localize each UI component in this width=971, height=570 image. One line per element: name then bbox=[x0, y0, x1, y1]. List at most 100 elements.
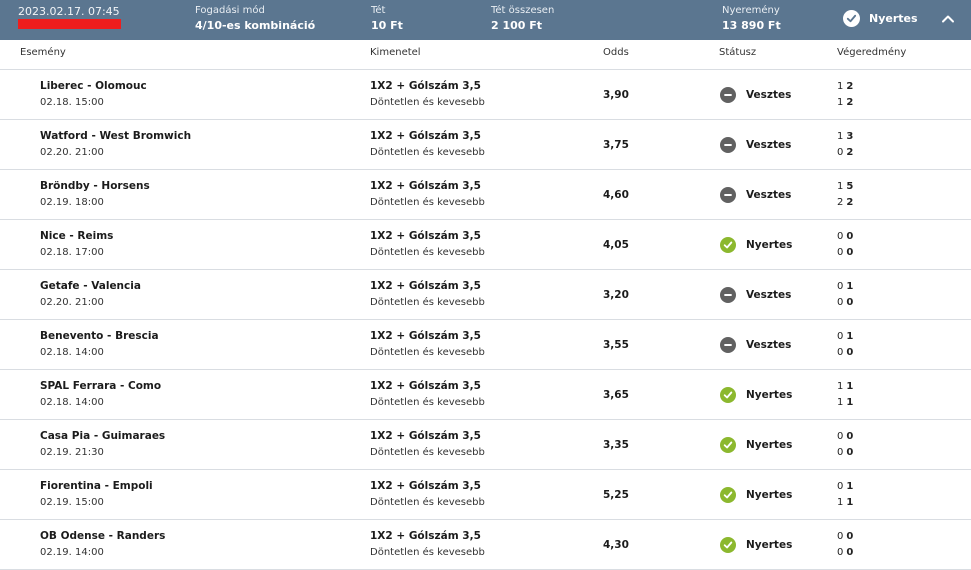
score-away: 2 bbox=[846, 97, 854, 108]
winnings-value: 13 890 Ft bbox=[722, 19, 781, 32]
odds-value: 4,05 bbox=[603, 239, 629, 251]
total-stake-label: Tét összesen bbox=[491, 5, 555, 16]
status-label: Vesztes bbox=[746, 189, 792, 201]
bet-summary-header[interactable]: 2023.02.17. 07:45 Fogadási mód 4/10-es k… bbox=[0, 0, 971, 40]
event-date: 02.18. 15:00 bbox=[40, 97, 104, 108]
stake-label: Tét bbox=[371, 5, 386, 16]
column-header-result: Végeredmény bbox=[837, 47, 907, 58]
score-away: 2 bbox=[846, 197, 854, 208]
table-row[interactable]: OB Odense - Randers 02.19. 14:00 1X2 + Gól… bbox=[0, 520, 971, 570]
score-away: 2 bbox=[846, 81, 854, 92]
halftime-score: 12 bbox=[837, 81, 853, 92]
score-home: 0 bbox=[837, 481, 844, 492]
event-name: Bröndby - Horsens bbox=[40, 180, 150, 192]
halftime-score: 00 bbox=[837, 431, 853, 442]
fulltime-score: 11 bbox=[837, 397, 853, 408]
check-circle-icon bbox=[720, 487, 736, 503]
score-home: 1 bbox=[837, 97, 844, 108]
bet-market: 1X2 + Gólszám 3,5 bbox=[370, 80, 481, 92]
status-label: Nyertes bbox=[746, 439, 793, 451]
table-row[interactable]: Bröndby - Horsens 02.19. 18:00 1X2 + Gólsz… bbox=[0, 170, 971, 220]
score-home: 0 bbox=[837, 147, 844, 158]
table-header: Esemény Kimenetel Odds Státusz Végeredmé… bbox=[0, 40, 971, 70]
bet-type-value: 4/10-es kombináció bbox=[195, 19, 316, 32]
score-away: 0 bbox=[846, 231, 854, 242]
score-away: 2 bbox=[846, 147, 854, 158]
event-name: Nice - Reims bbox=[40, 230, 114, 242]
status-badge: Vesztes bbox=[720, 187, 791, 203]
score-away: 1 bbox=[846, 497, 854, 508]
table-row[interactable]: Casa Pia - Guimaraes 02.19. 21:30 1X2 + Gó… bbox=[0, 420, 971, 470]
score-home: 1 bbox=[837, 131, 844, 142]
score-home: 1 bbox=[837, 381, 844, 392]
score-home: 0 bbox=[837, 531, 844, 542]
event-date: 02.18. 17:00 bbox=[40, 247, 104, 258]
table-row[interactable]: Liberec - Olomouc 02.18. 15:00 1X2 + Gólsz… bbox=[0, 70, 971, 120]
status-badge: Nyertes bbox=[720, 387, 792, 403]
halftime-score: 15 bbox=[837, 181, 853, 192]
score-home: 2 bbox=[837, 197, 844, 208]
column-header-status: Státusz bbox=[719, 47, 757, 58]
table-row[interactable]: Nice - Reims 02.18. 17:00 1X2 + Gólszám 3,… bbox=[0, 220, 971, 270]
bet-market: 1X2 + Gólszám 3,5 bbox=[370, 430, 481, 442]
column-header-outcome: Kimenetel bbox=[370, 47, 421, 58]
odds-value: 3,55 bbox=[603, 339, 629, 351]
fulltime-score: 00 bbox=[837, 447, 853, 458]
bet-type: Fogadási mód 4/10-es kombináció bbox=[195, 4, 315, 34]
ticket-status-label: Nyertes bbox=[869, 12, 918, 25]
table-row[interactable]: Fiorentina - Empoli 02.19. 15:00 1X2 + Gól… bbox=[0, 470, 971, 520]
bet-selection: Döntetlen és kevesebb bbox=[370, 197, 485, 208]
table-row[interactable]: Watford - West Bromwich 02.20. 21:00 1X2 +… bbox=[0, 120, 971, 170]
status-label: Nyertes bbox=[746, 539, 793, 551]
event-date: 02.19. 14:00 bbox=[40, 547, 104, 558]
bet-selection: Döntetlen és kevesebb bbox=[370, 447, 485, 458]
minus-circle-icon bbox=[720, 337, 736, 353]
table-row[interactable]: SPAL Ferrara - Como 02.18. 14:00 1X2 + Gól… bbox=[0, 370, 971, 420]
event-name: Watford - West Bromwich bbox=[40, 130, 192, 142]
stake: Tét 10 Ft bbox=[371, 4, 403, 34]
halftime-score: 01 bbox=[837, 481, 853, 492]
event-name: Getafe - Valencia bbox=[40, 280, 141, 292]
score-away: 0 bbox=[846, 547, 854, 558]
total-stake-value: 2 100 Ft bbox=[491, 19, 543, 32]
fulltime-score: 22 bbox=[837, 197, 853, 208]
score-home: 0 bbox=[837, 331, 844, 342]
event-date: 02.20. 21:00 bbox=[40, 297, 104, 308]
score-away: 1 bbox=[846, 481, 854, 492]
event-date: 02.19. 18:00 bbox=[40, 197, 104, 208]
score-away: 1 bbox=[846, 281, 854, 292]
bet-market: 1X2 + Gólszám 3,5 bbox=[370, 330, 481, 342]
event-date: 02.18. 14:00 bbox=[40, 347, 104, 358]
collapse-toggle[interactable] bbox=[940, 11, 956, 27]
table-row[interactable]: Getafe - Valencia 02.20. 21:00 1X2 + Gólsz… bbox=[0, 270, 971, 320]
bet-selection: Döntetlen és kevesebb bbox=[370, 547, 485, 558]
status-label: Vesztes bbox=[746, 339, 792, 351]
score-home: 1 bbox=[837, 81, 844, 92]
bet-market: 1X2 + Gólszám 3,5 bbox=[370, 180, 481, 192]
odds-value: 5,25 bbox=[603, 489, 629, 501]
status-label: Nyertes bbox=[746, 389, 793, 401]
score-away: 0 bbox=[846, 347, 854, 358]
score-away: 1 bbox=[846, 397, 854, 408]
check-circle-icon bbox=[720, 437, 736, 453]
table-row[interactable]: Benevento - Brescia 02.18. 14:00 1X2 + Gól… bbox=[0, 320, 971, 370]
redaction-bar bbox=[18, 19, 121, 29]
score-away: 0 bbox=[846, 531, 854, 542]
score-home: 0 bbox=[837, 231, 844, 242]
minus-circle-icon bbox=[720, 187, 736, 203]
score-home: 1 bbox=[837, 181, 844, 192]
status-badge: Vesztes bbox=[720, 337, 791, 353]
status-badge: Vesztes bbox=[720, 137, 791, 153]
chevron-up-icon[interactable] bbox=[940, 12, 956, 31]
odds-value: 3,35 bbox=[603, 439, 629, 451]
score-away: 0 bbox=[846, 447, 854, 458]
bet-market: 1X2 + Gólszám 3,5 bbox=[370, 380, 481, 392]
halftime-score: 01 bbox=[837, 281, 853, 292]
status-label: Vesztes bbox=[746, 89, 792, 101]
status-label: Vesztes bbox=[746, 139, 792, 151]
status-label: Vesztes bbox=[746, 289, 792, 301]
bet-selection: Döntetlen és kevesebb bbox=[370, 297, 485, 308]
halftime-score: 01 bbox=[837, 331, 853, 342]
bet-selection: Döntetlen és kevesebb bbox=[370, 147, 485, 158]
ticket-status: Nyertes bbox=[843, 10, 918, 27]
